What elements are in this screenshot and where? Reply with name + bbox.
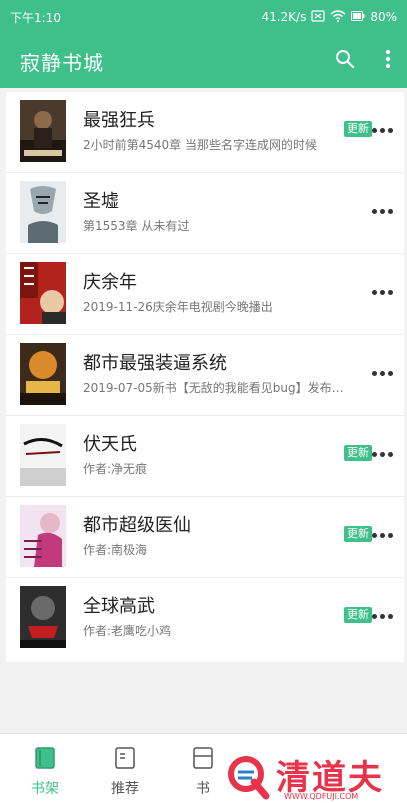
status-right: 41.2K/s 80% [261,9,397,25]
book-subtitle: 2019-07-05新书【无敌的我能看见bug】发布啦... [83,381,351,395]
book-subtitle: 作者:南极海 [83,543,148,557]
app-bar: 寂静书城 [0,34,407,88]
battery-icon [351,10,365,24]
tab-bookshelf[interactable]: 书架 [17,746,73,798]
book-title: 都市超级医仙 [83,515,191,536]
library-icon [192,746,214,770]
more-options-icon[interactable] [372,531,398,539]
search-icon[interactable] [335,49,355,73]
book-cover [20,586,66,648]
more-options-icon[interactable] [372,126,398,134]
book-title: 伏天氏 [83,434,137,455]
book-row[interactable]: 都市超级医仙 作者:南极海 更新 [6,497,404,578]
update-badge: 更新 [344,526,372,542]
more-options-icon[interactable] [372,450,398,458]
wifi-icon [330,9,346,25]
bookshelf-list: 最强狂兵 2小时前第4540章 当那些名字连成网的时候 更新 圣墟 第1553章… [6,92,404,662]
update-badge: 更新 [344,121,372,137]
status-bar: 下午1:10 41.2K/s 80% [0,0,407,34]
tab-library[interactable]: 书 [175,746,231,798]
tab-label: 书 [196,781,210,797]
book-cover [20,424,66,486]
more-options-icon[interactable] [372,612,398,620]
more-options-icon[interactable] [372,207,398,215]
book-title: 庆余年 [83,272,137,293]
more-options-icon[interactable] [372,288,398,296]
watermark-url: WWW.QDFUJI.COM [284,792,359,801]
book-title: 都市最强装逼系统 [83,353,227,374]
battery-level: 80% [370,10,397,24]
book-cover [20,262,66,324]
sim-icon [311,9,325,25]
more-vert-icon[interactable] [385,49,391,73]
book-row[interactable]: 庆余年 2019-11-26庆余年电视剧今晚播出 [6,254,404,335]
book-subtitle: 作者:净无痕 [83,462,148,476]
book-subtitle: 第1553章 从未有过 [83,219,190,233]
book-row[interactable]: 伏天氏 作者:净无痕 更新 [6,416,404,497]
book-title: 全球高武 [83,596,155,617]
tab-label: 推荐 [111,781,139,797]
book-open-icon [114,746,136,770]
update-badge: 更新 [344,445,372,461]
update-badge: 更新 [344,607,372,623]
book-row[interactable]: 圣墟 第1553章 从未有过 [6,173,404,254]
book-cover [20,100,66,162]
tab-label: 书架 [31,781,59,797]
more-options-icon[interactable] [372,369,398,377]
app-title: 寂静书城 [20,50,104,75]
book-cover [20,505,66,567]
book-subtitle: 2小时前第4540章 当那些名字连成网的时候 [83,138,317,152]
status-time: 下午1:10 [10,10,61,25]
network-speed: 41.2K/s [261,10,307,24]
watermark: 清道夫 WWW.QDFUJI.COM [224,752,407,803]
book-cover [20,343,66,405]
book-row[interactable]: 都市最强装逼系统 2019-07-05新书【无敌的我能看见bug】发布啦... [6,335,404,416]
book-title: 圣墟 [83,191,119,212]
book-row[interactable]: 全球高武 作者:老鹰吃小鸡 更新 [6,578,404,659]
book-title: 最强狂兵 [83,110,155,131]
book-cover [20,181,66,243]
book-subtitle: 作者:老鹰吃小鸡 [83,624,172,638]
bookshelf-icon [34,746,56,770]
book-subtitle: 2019-11-26庆余年电视剧今晚播出 [83,300,273,314]
tab-recommend[interactable]: 推荐 [97,746,153,798]
book-row[interactable]: 最强狂兵 2小时前第4540章 当那些名字连成网的时候 更新 [6,92,404,173]
watermark-logo [224,752,272,800]
